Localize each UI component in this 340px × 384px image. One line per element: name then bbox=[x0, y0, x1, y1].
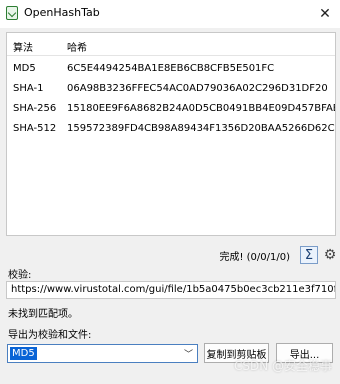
export-label: 导出为校验和文件: bbox=[8, 330, 92, 341]
list-item[interactable]: SHA-256 15180EE9F6A8682B24A0D5CB0491BB4E… bbox=[7, 99, 335, 119]
hash-list[interactable]: 算法 哈希 MD5 6C5E4494254BA1E8EB6CB8CFB5E501… bbox=[6, 32, 336, 236]
hash-cell: 6C5E4494254BA1E8EB6CB8CFB5E501FC bbox=[67, 63, 275, 74]
algorithm-cell: SHA-256 bbox=[13, 103, 57, 114]
verify-input[interactable]: https://www.virustotal.com/gui/file/1b5a… bbox=[6, 281, 336, 299]
list-header: 算法 哈希 bbox=[7, 33, 335, 56]
column-header-algorithm[interactable]: 算法 bbox=[13, 39, 33, 54]
close-button[interactable]: ✕ bbox=[310, 0, 340, 28]
status-text: 完成! (0/0/1/0) bbox=[219, 252, 290, 263]
algorithm-select[interactable]: MD5 ﹀ bbox=[7, 344, 198, 363]
column-header-hash[interactable]: 哈希 bbox=[67, 39, 87, 54]
list-item[interactable]: MD5 6C5E4494254BA1E8EB6CB8CFB5E501FC bbox=[7, 59, 335, 79]
verify-input-value: https://www.virustotal.com/gui/file/1b5a… bbox=[11, 284, 335, 295]
sigma-icon[interactable]: Σ bbox=[300, 246, 318, 264]
hash-cell: 159572389FD4CB98A89434F1356D20BAA5266D62… bbox=[67, 123, 335, 134]
hash-cell: 06A98B3236FFEC54AC0AD79036A02C296D31DF20 bbox=[67, 83, 328, 94]
title-bar: OpenHashTab ✕ bbox=[0, 0, 340, 28]
algorithm-cell: SHA-512 bbox=[13, 123, 57, 134]
watermark: CSDN @安全稳事 bbox=[233, 359, 332, 373]
algorithm-cell: SHA-1 bbox=[13, 83, 44, 94]
algorithm-select-value: MD5 bbox=[10, 347, 37, 360]
window-title: OpenHashTab bbox=[24, 6, 100, 19]
verify-result: 未找到匹配项。 bbox=[8, 309, 78, 320]
hash-cell: 15180EE9F6A8682B24A0D5CB0491BB4E09D457BF… bbox=[67, 103, 336, 114]
algorithm-cell: MD5 bbox=[13, 63, 36, 74]
list-item[interactable]: SHA-512 159572389FD4CB98A89434F1356D20BA… bbox=[7, 119, 335, 139]
chevron-down-icon[interactable]: ﹀ bbox=[184, 347, 193, 360]
gear-icon[interactable]: ⚙ bbox=[321, 246, 339, 264]
app-icon bbox=[6, 6, 18, 20]
verify-label: 校验: bbox=[8, 270, 32, 281]
list-item[interactable]: SHA-1 06A98B3236FFEC54AC0AD79036A02C296D… bbox=[7, 79, 335, 99]
